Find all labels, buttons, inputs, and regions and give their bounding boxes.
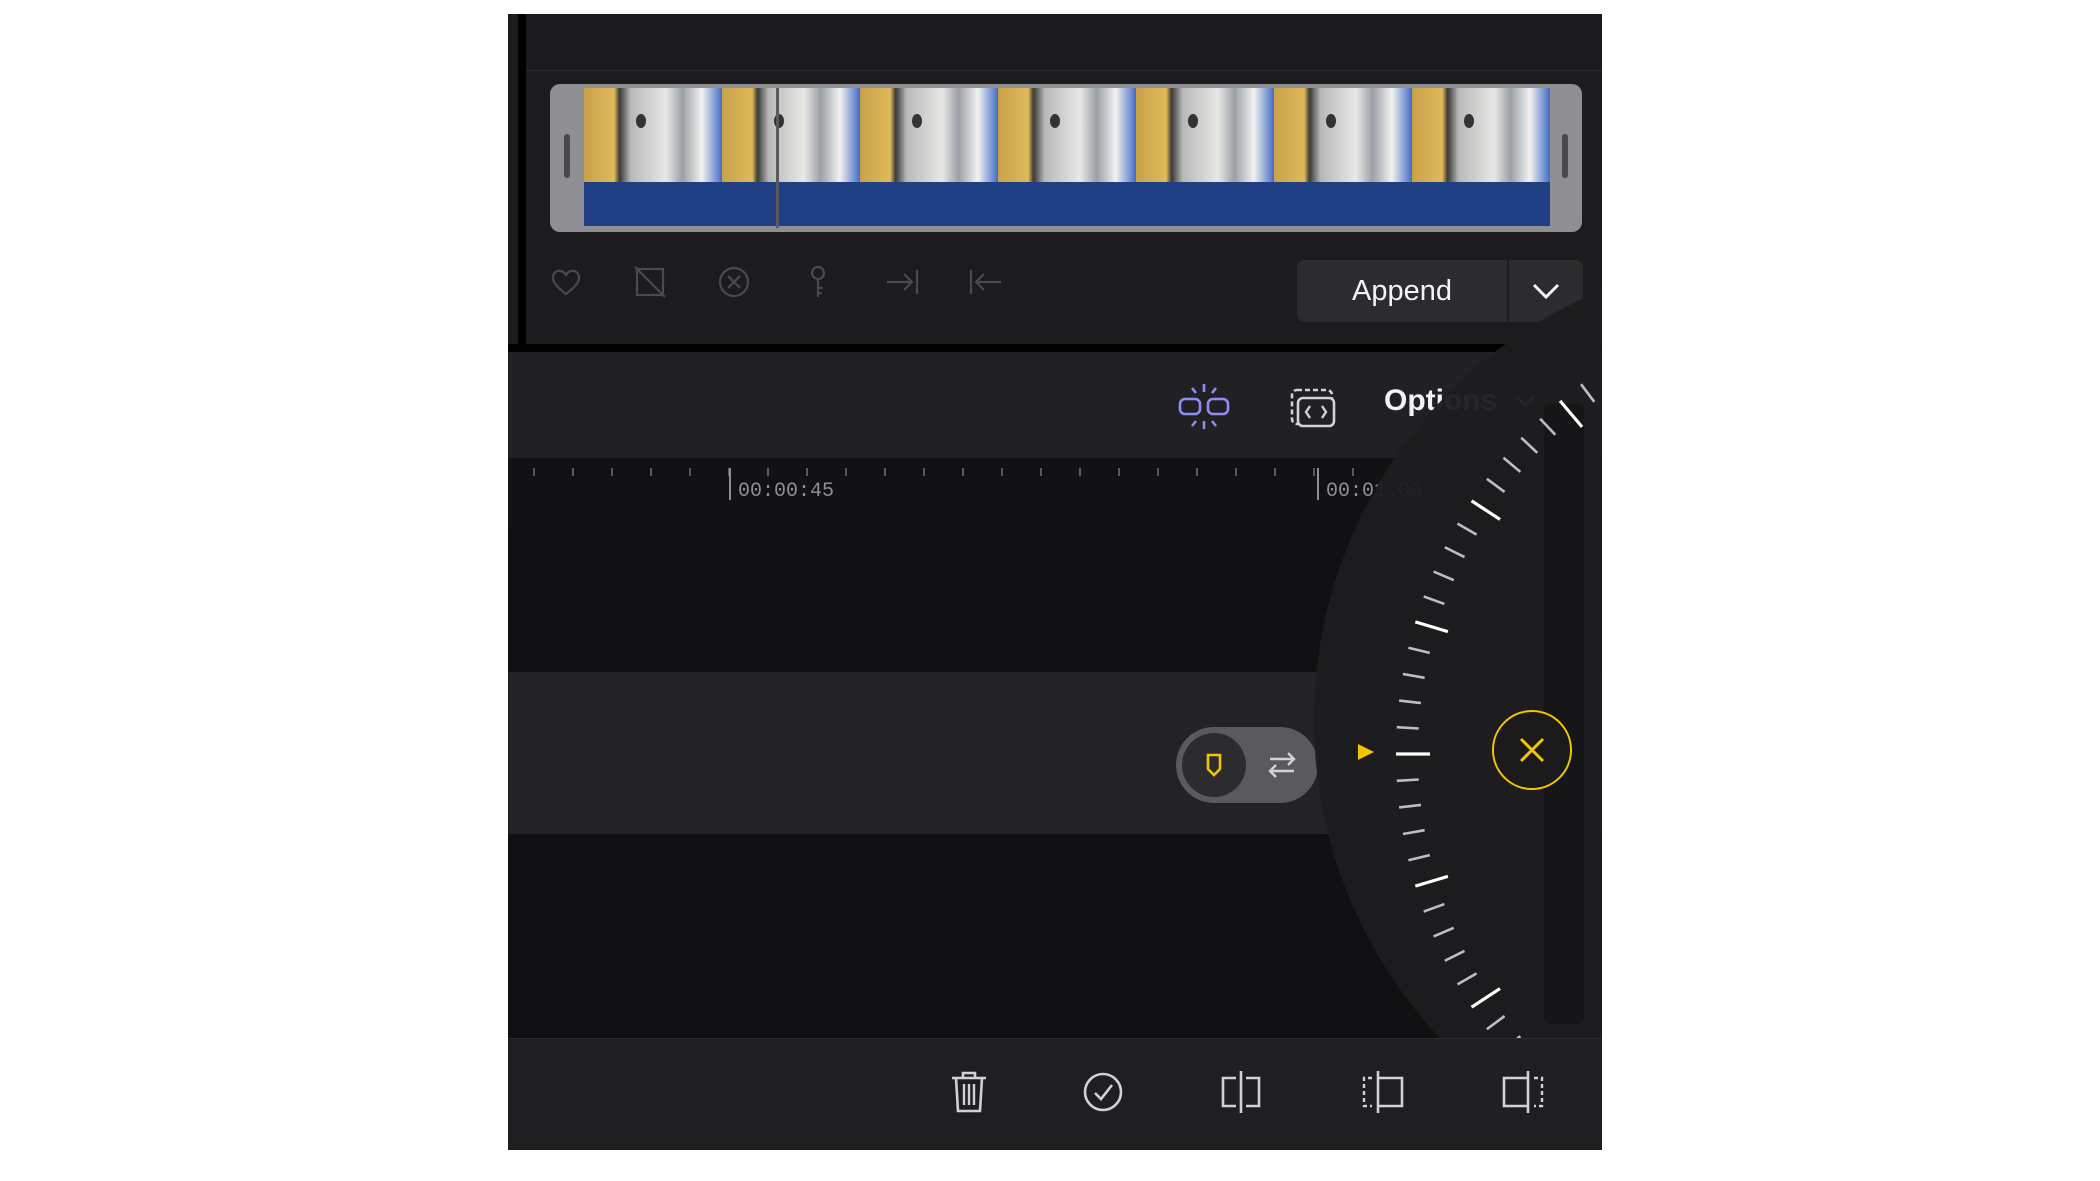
chevron-down-icon [1532,283,1560,300]
jog-mode-toggle[interactable] [1176,727,1318,803]
swap-arrows-icon [1268,752,1296,778]
ruler-label: 00:00:45 [738,480,835,503]
clip-frame [1274,88,1412,182]
split-icon[interactable] [1216,1067,1266,1117]
append-group: Append [1297,260,1583,322]
chevron-down-icon [1515,395,1536,407]
clip-appearance-icon[interactable] [1284,382,1340,432]
mode-knob [1182,733,1246,797]
clip-frame [998,88,1136,182]
clip-filmstrip[interactable] [550,84,1582,232]
clip-handle-right[interactable] [1562,134,1568,178]
ruler-ticks [533,468,1393,500]
reject-icon[interactable] [632,264,668,300]
checkmark-icon[interactable] [1078,1067,1128,1117]
clip-audio-waveform [584,182,1550,226]
primary-storyline-track[interactable] [508,672,1602,834]
playhead-icon [1206,753,1222,777]
mark-in-icon[interactable] [884,264,920,300]
mark-out-icon[interactable] [968,264,1004,300]
browser-panel: Append [508,14,1602,344]
browser-header [526,14,1602,71]
append-button[interactable]: Append [1297,260,1507,322]
clear-icon[interactable] [716,264,752,300]
browser-divider [518,14,526,344]
timeline-area[interactable] [508,528,1602,1038]
keyword-icon[interactable] [800,264,836,300]
timeline-toolbar: Options [508,352,1602,458]
clip-handle-left[interactable] [564,134,570,178]
video-editor: Append Options 00:00:45 00:01:00 [508,14,1602,1150]
snapping-icon[interactable] [1176,382,1232,432]
clip-frame [722,88,860,182]
trash-icon[interactable] [944,1067,994,1117]
clip-frame [1136,88,1274,182]
close-jog-button[interactable] [1492,710,1572,790]
heart-icon[interactable] [548,264,584,300]
clip-frame [1412,88,1550,182]
append-options-button[interactable] [1509,260,1583,322]
clip-frames [584,88,1550,182]
trim-end-icon[interactable] [1498,1067,1548,1117]
options-button[interactable]: Options [1384,384,1537,418]
ruler-label: 00:01:00 [1326,480,1423,503]
close-icon [1519,737,1545,763]
bottom-toolbar [508,1038,1602,1150]
clip-frame [584,88,722,182]
options-label: Options [1384,384,1498,417]
clip-frame [860,88,998,182]
panel-divider[interactable] [508,344,1602,352]
browser-tools [548,264,1004,300]
timeline-ruler[interactable]: 00:00:45 00:01:00 [508,458,1602,528]
trim-start-icon[interactable] [1358,1067,1408,1117]
skimmer-line [776,88,779,228]
